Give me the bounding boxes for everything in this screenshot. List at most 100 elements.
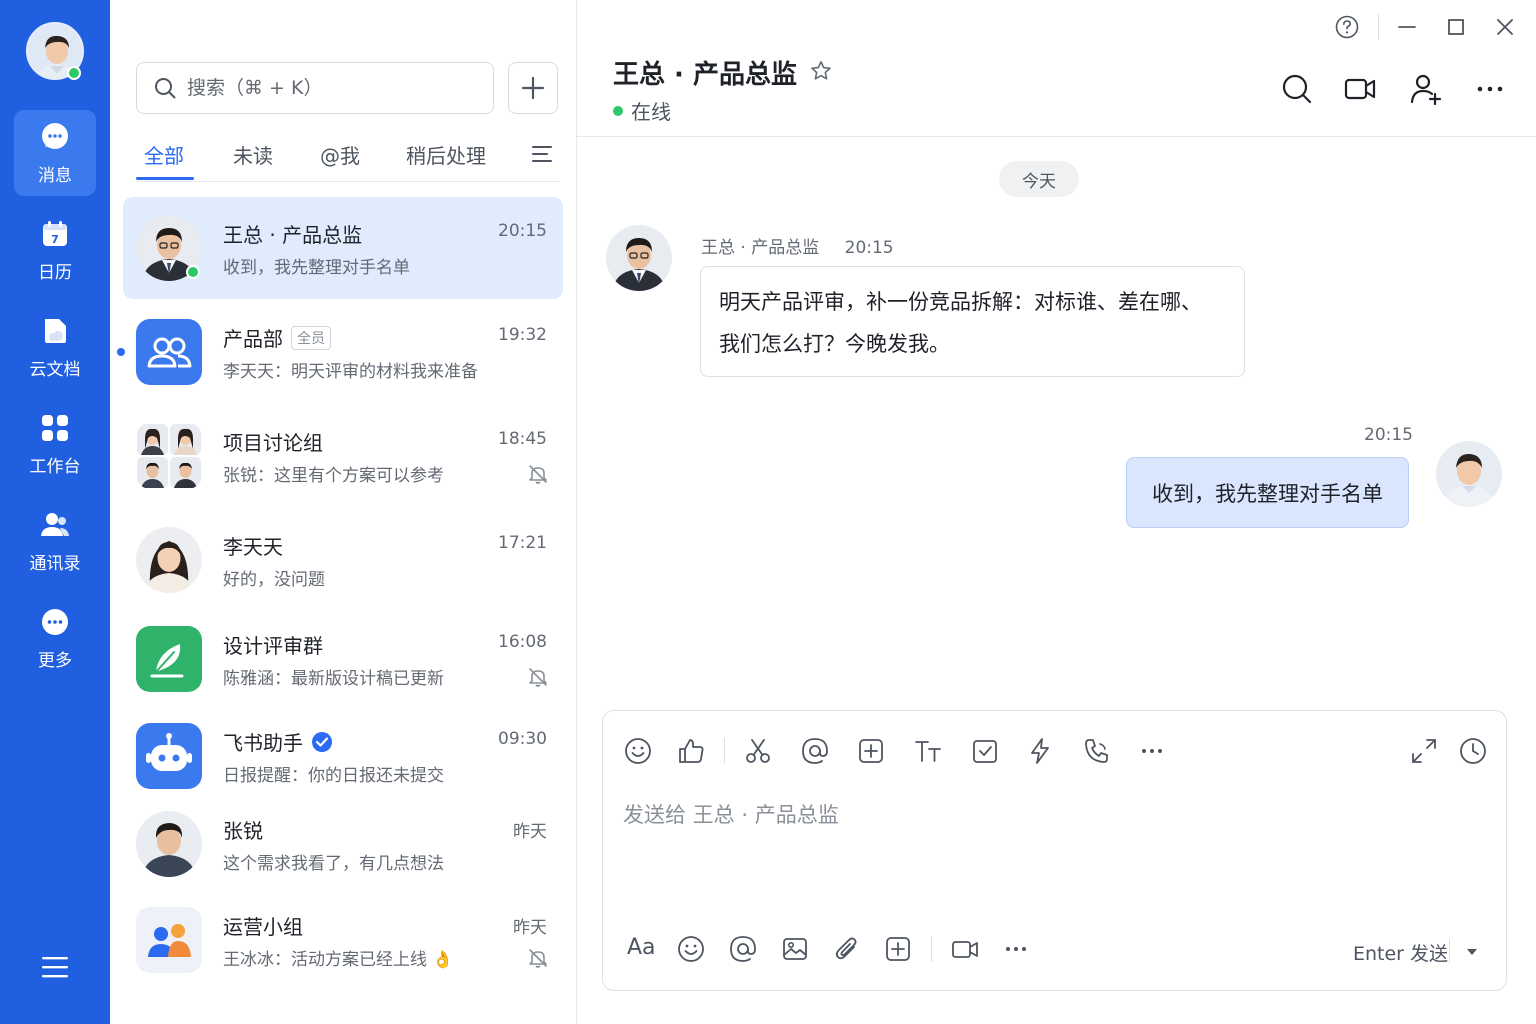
search-icon[interactable] xyxy=(1280,72,1314,106)
avatar xyxy=(136,811,202,877)
conversation-time: 昨天 xyxy=(513,822,547,842)
conversation-time: 16:08 xyxy=(498,632,547,652)
conversation-item-operations-group[interactable]: 运营小组 王冰冰：活动方案已经上线 👌 昨天 xyxy=(123,889,563,991)
conversation-item-product-dept[interactable]: 产品部 全员 李天天：明天评审的材料我来准备 19:32 xyxy=(117,301,563,403)
star-favorite-icon[interactable] xyxy=(809,59,833,83)
rail-item-label: 云文档 xyxy=(29,359,81,380)
search-input[interactable] xyxy=(187,77,467,99)
conversation-name: 运营小组 xyxy=(223,915,303,939)
emoji-icon[interactable] xyxy=(676,934,706,964)
more-tools-icon[interactable] xyxy=(1137,736,1167,766)
conversation-time: 09:30 xyxy=(498,729,547,749)
toolbar-divider xyxy=(724,738,725,764)
chevron-down-icon[interactable] xyxy=(1463,943,1481,961)
date-divider: 今天 xyxy=(999,161,1079,197)
message-bubble-outgoing[interactable]: 收到，我先整理对手名单 xyxy=(1126,457,1409,528)
team-icon xyxy=(148,924,191,957)
design-pen-icon xyxy=(150,644,184,678)
more-options-icon[interactable] xyxy=(1473,72,1507,106)
rail-item-more[interactable]: 更多 xyxy=(14,595,96,681)
group-icon xyxy=(147,337,192,368)
send-button[interactable]: Enter 发送 xyxy=(1353,939,1448,966)
conversation-time: 昨天 xyxy=(513,918,547,938)
contacts-icon xyxy=(41,512,69,536)
insert-plus-box-icon[interactable] xyxy=(856,736,886,766)
expand-editor-icon[interactable] xyxy=(1409,736,1439,766)
task-checkbox-icon[interactable] xyxy=(970,736,1000,766)
more-tools-icon[interactable] xyxy=(1001,934,1031,964)
conversation-name: 王总 · 产品总监 xyxy=(223,223,363,247)
image-icon[interactable] xyxy=(780,934,810,964)
conversation-filter-tabs: 全部 未读 @我 稍后处理 xyxy=(136,134,560,182)
text-format-icon[interactable] xyxy=(913,736,943,766)
rail-item-messages[interactable]: 消息 xyxy=(14,110,96,196)
conversation-item-feishu-assistant[interactable]: 飞书助手 日报提醒：你的日报还未提交 09:30 xyxy=(123,705,563,807)
mention-icon[interactable] xyxy=(728,934,758,964)
conversation-time: 20:15 xyxy=(498,221,547,241)
attachment-paperclip-icon[interactable] xyxy=(832,934,862,964)
close-icon[interactable] xyxy=(1492,14,1518,40)
maximize-icon[interactable] xyxy=(1443,14,1469,40)
video-meeting-icon[interactable] xyxy=(950,934,980,964)
rail-item-label: 通讯录 xyxy=(29,553,81,574)
message-line: 我们怎么打？今晚发我。 xyxy=(719,332,950,356)
chat-title: 王总 · 产品总监 xyxy=(613,60,797,90)
tab-unread[interactable]: 未读 xyxy=(233,140,273,169)
presence-status: 在线 xyxy=(613,96,671,125)
conversation-item-li-tiantian[interactable]: 李天天 好的，没问题 17:21 xyxy=(123,509,563,611)
tab-all[interactable]: 全部 xyxy=(144,140,184,169)
message-time: 20:15 xyxy=(1364,425,1413,445)
rail-item-cloud-docs[interactable]: 云文档 xyxy=(14,304,96,390)
conversation-time: 17:21 xyxy=(498,533,547,553)
conversation-name: 设计评审群 xyxy=(223,634,323,658)
conversation-item-wang-zong[interactable]: 王总 · 产品总监 收到，我先整理对手名单 20:15 xyxy=(123,197,563,299)
emoji-icon[interactable] xyxy=(623,736,653,766)
conversation-item-zhang-rui[interactable]: 张锐 这个需求我看了，有几点想法 昨天 xyxy=(123,793,563,895)
thumbs-up-icon[interactable] xyxy=(676,736,706,766)
workbench-icon xyxy=(42,414,68,441)
message-bubble-incoming[interactable]: 明天产品评审，补一份竞品拆解：对标谁、差在哪、 我们怎么打？今晚发我。 xyxy=(700,266,1245,377)
help-icon[interactable] xyxy=(1334,14,1360,40)
message-input[interactable] xyxy=(623,799,1483,889)
mention-icon[interactable] xyxy=(800,736,830,766)
schedule-clock-icon[interactable] xyxy=(1458,736,1488,766)
online-indicator xyxy=(186,265,200,279)
rail-item-calendar[interactable]: 7 日历 xyxy=(14,207,96,293)
sender-avatar[interactable] xyxy=(606,225,672,291)
header-divider xyxy=(577,136,1536,137)
avatar-portrait xyxy=(606,225,672,291)
tab-later[interactable]: 稍后处理 xyxy=(406,140,486,169)
add-member-icon[interactable] xyxy=(1409,72,1443,106)
video-call-icon[interactable] xyxy=(1343,72,1377,106)
message-meta-incoming: 王总 · 产品总监 20:15 xyxy=(701,233,894,258)
plus-icon xyxy=(521,76,545,100)
my-message-avatar[interactable] xyxy=(1436,441,1502,507)
insert-plus-box-icon[interactable] xyxy=(883,934,913,964)
tab-mentions[interactable]: @我 xyxy=(320,140,360,169)
message-time: 20:15 xyxy=(844,238,894,258)
bot-avatar xyxy=(136,723,202,789)
create-button[interactable] xyxy=(508,62,558,114)
muted-bell-icon xyxy=(529,465,547,484)
unread-indicator xyxy=(117,348,125,356)
filter-list-icon[interactable] xyxy=(530,142,554,166)
phone-call-icon[interactable] xyxy=(1082,736,1112,766)
conversation-name: 项目讨论组 xyxy=(223,431,323,455)
conversation-item-project-discussion[interactable]: 项目讨论组 张锐：这里有个方案可以参考 18:45 xyxy=(123,405,563,507)
avatar xyxy=(136,527,202,593)
format-toggle-button[interactable]: Aa xyxy=(627,935,656,960)
rail-item-workbench[interactable]: 工作台 xyxy=(14,401,96,487)
search-box[interactable] xyxy=(136,62,494,114)
rail-item-contacts[interactable]: 通讯录 xyxy=(14,498,96,584)
hamburger-menu-icon[interactable] xyxy=(38,950,72,984)
conversation-preview: 这个需求我看了，有几点想法 xyxy=(223,854,444,874)
conversation-preview: 收到，我先整理对手名单 xyxy=(223,258,410,278)
group-members-collage xyxy=(137,424,201,488)
conversation-preview: 张锐：这里有个方案可以参考 xyxy=(223,466,444,486)
minimize-icon[interactable] xyxy=(1394,14,1420,40)
screenshot-scissors-icon[interactable] xyxy=(743,736,773,766)
active-tab-indicator xyxy=(136,177,194,180)
svg-text:7: 7 xyxy=(51,233,59,246)
quick-action-lightning-icon[interactable] xyxy=(1025,736,1055,766)
conversation-item-design-review[interactable]: 设计评审群 陈雅涵：最新版设计稿已更新 16:08 xyxy=(123,608,563,710)
